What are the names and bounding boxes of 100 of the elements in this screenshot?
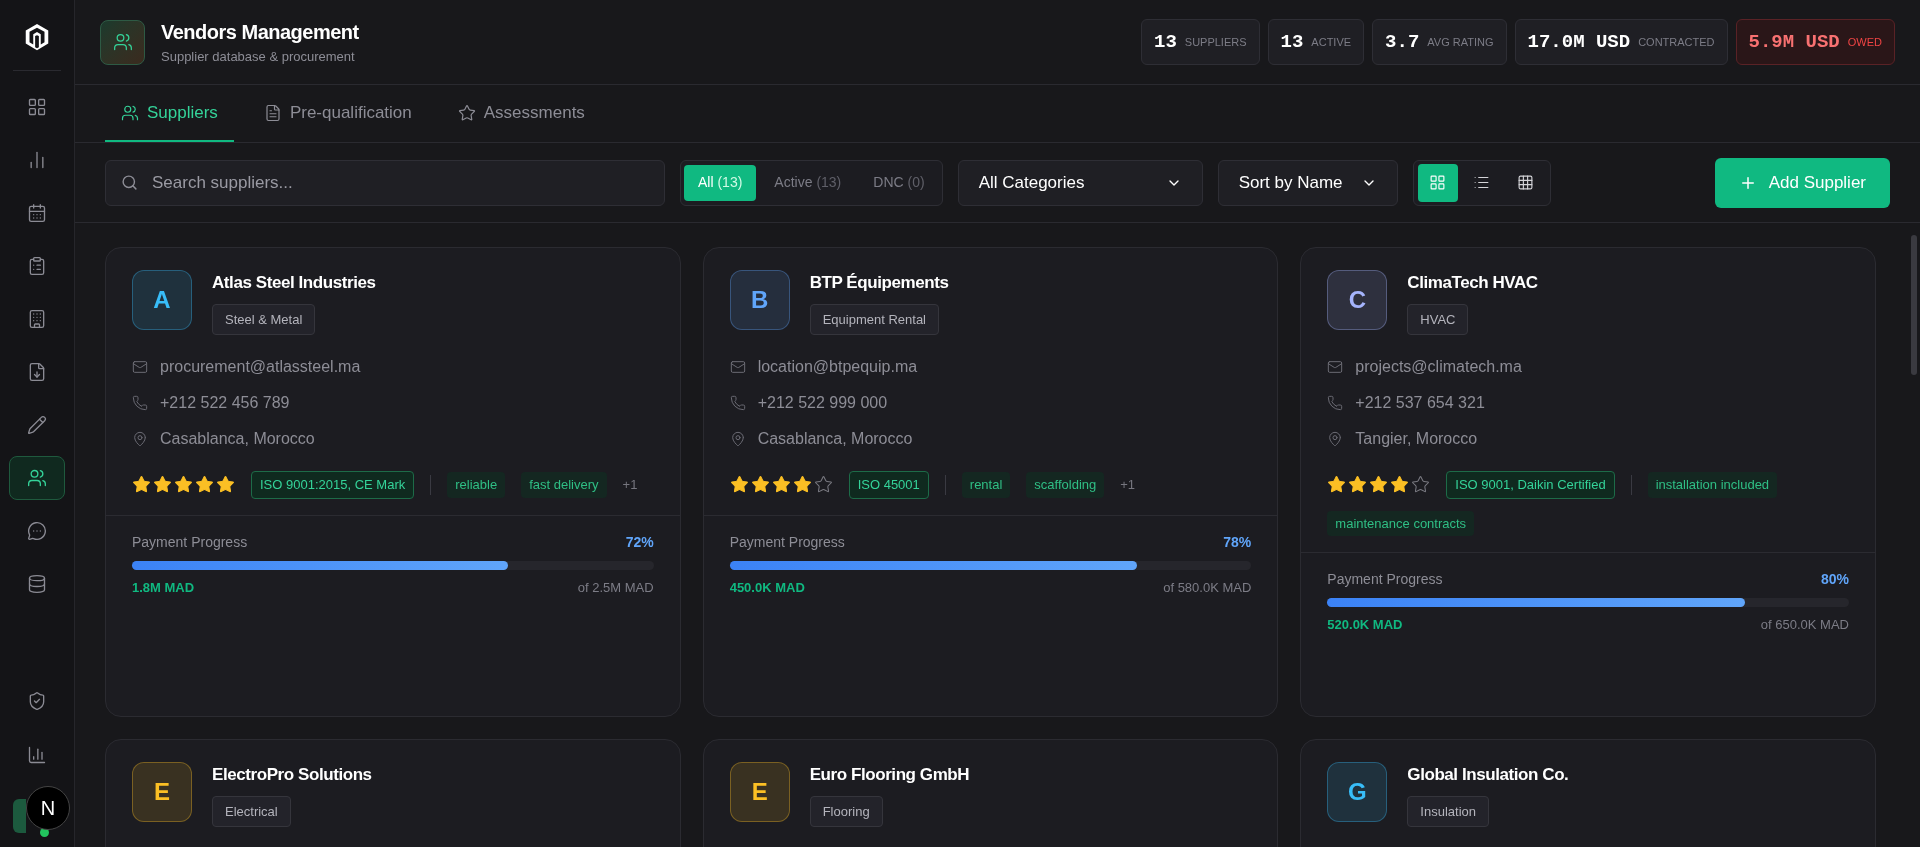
star-icon [1327, 475, 1347, 495]
document-icon [263, 103, 282, 122]
certification-tag: ISO 9001:2015, CE Mark [251, 471, 415, 499]
building-icon [27, 309, 47, 329]
category-tag: HVAC [1407, 303, 1469, 335]
users-icon [121, 103, 139, 122]
chat-icon [27, 521, 47, 541]
supplier-name: Global Insulation Co. [1407, 764, 1569, 786]
star-icon [132, 475, 151, 495]
avatar: A [132, 270, 192, 330]
avatar: B [729, 270, 790, 330]
search-field[interactable]: Search suppliers... [105, 159, 665, 206]
pencil-icon [27, 415, 47, 435]
tag: scaffolding [1026, 472, 1105, 498]
total-amount: of 2.5M MAD [577, 578, 654, 597]
location-text: Casablanca, Morocco [757, 429, 913, 449]
mail-icon [132, 359, 148, 375]
tab[interactable]: Assessments [441, 85, 601, 142]
star-icon [813, 475, 833, 495]
search-icon [121, 173, 138, 191]
phone-icon [1327, 395, 1344, 411]
filter-segment[interactable]: DNC (0) [859, 164, 939, 201]
supplier-name: ClimaTech HVAC [1407, 272, 1538, 294]
tag: installation included [1647, 472, 1778, 498]
stat-value: 13 [1154, 29, 1177, 55]
payment-percent: 72% [625, 532, 654, 552]
payment-percent: 78% [1223, 532, 1252, 552]
star-icon [729, 475, 749, 495]
file-download-icon [27, 362, 47, 382]
view-toggle[interactable] [1417, 163, 1458, 202]
phone-text: +212 522 456 789 [160, 393, 290, 413]
phone-icon [132, 395, 148, 411]
tab[interactable]: Pre-qualification [247, 85, 428, 142]
avatar: C [1327, 270, 1388, 330]
calendar-icon [27, 203, 47, 223]
stat-value: 3.7 [1385, 29, 1420, 55]
category-tag: Flooring [809, 795, 883, 827]
database-icon [27, 574, 47, 594]
stat-value: 17.0M USD [1527, 29, 1631, 55]
scrollbar-thumb[interactable] [1911, 235, 1917, 375]
email-text: location@btpequip.ma [757, 357, 918, 377]
stat-label: AVG RATING [1427, 34, 1494, 50]
location-icon [132, 431, 148, 447]
tag: reliable [447, 472, 506, 498]
shield-check-icon [27, 691, 47, 711]
tag: fast delivery [521, 472, 607, 498]
clipboard-icon [27, 256, 47, 276]
category-select[interactable]: All Categories [957, 159, 1203, 206]
phone-text: +212 522 999 000 [757, 393, 888, 413]
tab[interactable]: Suppliers [105, 85, 234, 142]
total-amount: of 650.0K MAD [1760, 616, 1849, 634]
users-icon [27, 468, 47, 488]
category-tag: Electrical [212, 795, 291, 827]
avatar: E [132, 762, 192, 822]
users-icon [112, 32, 133, 52]
certification-tag: ISO 9001, Daikin Certified [1446, 471, 1615, 499]
location-icon [1327, 431, 1344, 447]
stat-label: OWED [1847, 34, 1882, 50]
paid-amount: 450.0K MAD [729, 578, 805, 597]
supplier-name: ElectroPro Solutions [212, 764, 372, 786]
page-title: Vendors Management [161, 20, 359, 46]
tag: maintenance contracts [1327, 510, 1475, 536]
dev-badge[interactable]: N [26, 786, 70, 830]
email-text: projects@climatech.ma [1355, 357, 1522, 377]
payment-percent: 80% [1820, 570, 1849, 589]
payment-label: Payment Progress [729, 532, 845, 552]
location-icon [729, 431, 746, 447]
star-icon [1348, 475, 1368, 495]
payment-label: Payment Progress [132, 532, 248, 552]
sort-select[interactable]: Sort by Name [1217, 159, 1398, 206]
total-amount: of 580.0K MAD [1163, 578, 1252, 597]
list-view-icon [1473, 174, 1491, 191]
filter-segment[interactable]: Active (13) [760, 164, 856, 201]
phone-text: +212 537 654 321 [1355, 393, 1485, 413]
stat-label: ACTIVE [1311, 34, 1352, 50]
star-icon [1369, 475, 1389, 495]
paid-amount: 1.8M MAD [132, 578, 195, 597]
category-tag: Equipment Rental [809, 303, 939, 335]
more-tags-count: +1 [622, 476, 638, 494]
category-tag: Insulation [1407, 795, 1489, 827]
mail-icon [729, 359, 746, 375]
category-tag: Steel & Metal [212, 303, 316, 335]
avatar: E [729, 762, 790, 822]
location-text: Casablanca, Morocco [160, 429, 315, 449]
star-icon [792, 475, 812, 495]
star-icon [1390, 475, 1410, 495]
supplier-name: Atlas Steel Industries [212, 272, 376, 294]
dashboard-icon [27, 97, 47, 117]
star-icon [771, 475, 791, 495]
sidebar-item[interactable] [9, 456, 65, 500]
table-view-icon [1517, 174, 1535, 191]
more-tags-count: +1 [1120, 476, 1136, 494]
bar-chart-icon [27, 745, 47, 765]
payment-label: Payment Progress [1327, 570, 1443, 589]
star-icon [174, 475, 193, 495]
location-text: Tangier, Morocco [1355, 429, 1478, 449]
star-icon [457, 103, 476, 122]
star-icon [750, 475, 770, 495]
supplier-name: Euro Flooring GmbH [809, 764, 970, 786]
certification-tag: ISO 45001 [848, 471, 929, 499]
